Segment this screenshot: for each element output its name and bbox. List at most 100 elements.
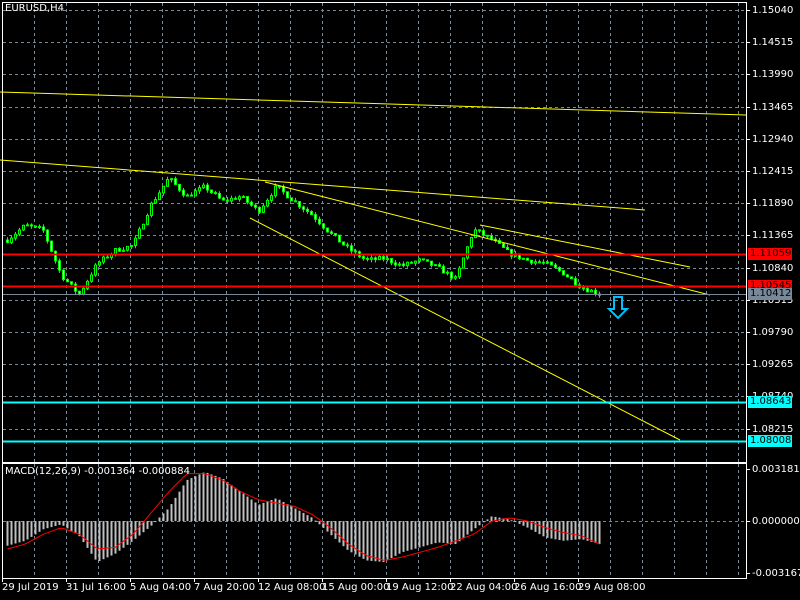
macd-histogram-bar [406,521,409,551]
macd-histogram-bar [598,521,601,545]
macd-histogram-bar [246,496,249,522]
candle [330,230,333,235]
macd-histogram-bar [446,521,449,544]
candle-body [462,257,465,269]
macd-histogram-bar [574,521,577,540]
candle-body [406,261,409,267]
candle-body [346,244,349,247]
candle-body [570,276,573,280]
macd-histogram-bar [98,521,101,562]
macd-histogram-bar [558,521,561,541]
price-axis-label: 1.11365 [752,229,794,241]
candle [410,261,413,264]
candle-body [218,192,221,199]
candle-body [434,264,437,267]
candle [414,260,417,266]
candle [70,281,73,286]
macd-histogram-bar [434,521,437,544]
candle-body [566,274,569,278]
macd-histogram-bar [390,521,393,559]
macd-histogram-bar [130,521,133,542]
macd-histogram-bar [162,513,165,522]
candle [286,191,289,199]
candle-body [170,178,173,181]
trendline [479,224,691,268]
macd-histogram-bar [14,521,17,544]
candle [58,258,61,273]
candle-body [362,256,365,259]
candle [42,224,45,233]
candle-body [394,262,397,266]
candle-body [54,250,57,262]
candle [346,242,349,249]
candle [202,182,205,189]
macd-histogram-bar [542,521,545,537]
macd-histogram-bar [266,501,269,522]
candle-body [322,223,325,229]
candle [186,193,189,197]
candle-body [150,202,153,216]
candle-body [250,201,253,206]
candle [566,273,569,278]
candle [170,178,173,183]
candle [438,262,441,267]
macd-histogram-bar [182,485,185,522]
price-axis-label: 1.09790 [752,326,794,338]
candle-body [582,287,585,290]
candle [254,204,257,210]
candle [522,257,525,260]
candle [238,195,241,202]
candle [166,176,169,187]
candle-body [214,192,217,195]
candle-body [482,230,485,236]
candle [530,259,533,266]
candle-body [382,256,385,260]
candle-body [254,204,257,208]
candle [450,271,453,281]
macd-histogram-bar [546,521,549,538]
candle [470,236,473,249]
candle [138,226,141,240]
macd-histogram-bar [70,521,73,531]
macd-histogram-bar [334,521,337,539]
candle-body [230,197,233,202]
price-chart[interactable] [0,0,800,600]
candle-body [14,233,17,239]
candle-body [350,245,353,252]
candle-body [58,260,61,271]
candle [182,187,185,198]
macd-histogram-bar [442,521,445,543]
candle-body [470,237,473,248]
macd-histogram-bar [346,521,349,550]
candle-body [42,226,45,231]
candle-body [226,199,229,202]
macd-histogram-bar [122,521,125,548]
macd-histogram-bar [438,521,441,543]
candle [422,258,425,261]
candle-body [242,196,245,199]
candle-body [334,232,337,236]
candle-body [366,257,369,260]
candle [570,276,573,280]
trendline [264,181,711,296]
price-level-tag: 1.08643 [748,396,792,408]
candle-body [30,224,33,227]
candle [134,235,137,249]
macd-histogram-bar [294,508,297,522]
candle-body [26,224,29,227]
macd-histogram-bar [342,521,345,547]
time-axis-label: 5 Aug 04:00 [130,582,192,593]
candle [314,212,317,223]
candle [538,259,541,264]
candle [458,266,461,279]
macd-histogram-bar [10,521,13,545]
candle [558,266,561,273]
candle-body [106,256,109,259]
macd-histogram-bar [254,502,257,522]
macd-histogram-bar [186,479,189,522]
macd-histogram-bar [578,521,581,540]
candle-body [266,199,269,207]
candle [178,183,181,192]
candle [402,261,405,268]
candle-body [438,264,441,267]
